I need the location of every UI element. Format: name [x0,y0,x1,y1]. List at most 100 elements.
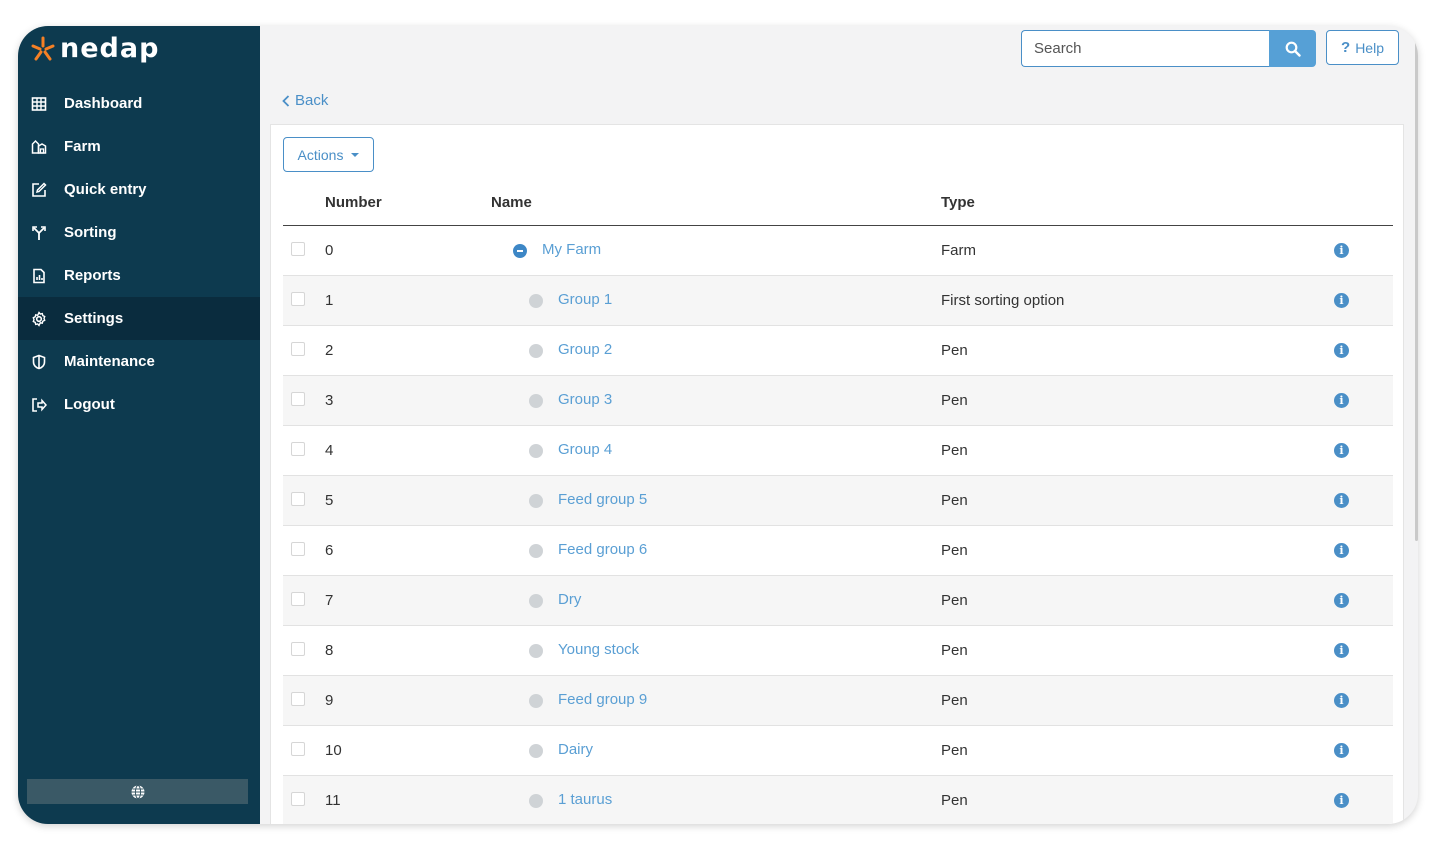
node-dot-icon [529,494,543,508]
info-icon[interactable]: i [1334,493,1349,508]
table-row[interactable]: 4 Group 4 Pen i [283,426,1393,476]
help-button[interactable]: ? Help [1326,30,1399,65]
location-link[interactable]: Group 4 [558,441,612,458]
row-checkbox[interactable] [291,442,305,456]
info-icon[interactable]: i [1334,543,1349,558]
back-label: Back [295,92,329,109]
table-row[interactable]: 1 Group 1 First sorting option i [283,276,1393,326]
row-type: Pen [941,342,968,359]
barn-icon [30,138,48,156]
info-icon[interactable]: i [1334,743,1349,758]
search-bar [1021,30,1316,67]
row-checkbox[interactable] [291,692,305,706]
row-checkbox[interactable] [291,792,305,806]
sidebar-item-sorting[interactable]: Sorting [18,211,260,254]
info-icon[interactable]: i [1334,443,1349,458]
sidebar-item-reports[interactable]: Reports [18,254,260,297]
info-icon[interactable]: i [1334,243,1349,258]
row-type: Pen [941,442,968,459]
row-checkbox[interactable] [291,242,305,256]
node-dot-icon [529,444,543,458]
row-number: 8 [325,642,334,659]
info-icon[interactable]: i [1334,593,1349,608]
node-dot-icon [529,694,543,708]
location-link[interactable]: Group 1 [558,291,612,308]
row-number: 1 [325,292,334,309]
location-link[interactable]: Dry [558,591,581,608]
location-link[interactable]: My Farm [542,241,601,258]
language-button[interactable] [27,779,248,804]
table-row[interactable]: 5 Feed group 5 Pen i [283,476,1393,526]
table-row[interactable]: 10 Dairy Pen i [283,726,1393,776]
table-row[interactable]: 9 Feed group 9 Pen i [283,676,1393,726]
content-card: Actions Number Name Type 0 My Farm Farm i 1 G… [270,124,1404,824]
row-checkbox[interactable] [291,392,305,406]
info-icon[interactable]: i [1334,643,1349,658]
row-checkbox[interactable] [291,742,305,756]
location-link[interactable]: 1 taurus [558,791,612,808]
row-number: 9 [325,692,334,709]
sidebar-item-dashboard[interactable]: Dashboard [18,82,260,125]
actions-dropdown-button[interactable]: Actions [283,137,374,172]
row-name: Dry [529,590,581,608]
info-icon[interactable]: i [1334,393,1349,408]
row-checkbox[interactable] [291,342,305,356]
row-type: Farm [941,242,976,259]
sidebar-item-maintenance[interactable]: Maintenance [18,340,260,383]
table-row[interactable]: 6 Feed group 6 Pen i [283,526,1393,576]
table-row[interactable]: 2 Group 2 Pen i [283,326,1393,376]
location-link[interactable]: Dairy [558,741,593,758]
search-button[interactable] [1269,30,1316,67]
table-row[interactable]: 8 Young stock Pen i [283,626,1393,676]
row-checkbox[interactable] [291,492,305,506]
column-header-number[interactable]: Number [325,194,382,211]
row-type: Pen [941,392,968,409]
column-header-type[interactable]: Type [941,194,975,211]
row-number: 4 [325,442,334,459]
question-icon: ? [1341,39,1351,56]
collapse-icon[interactable] [513,244,527,258]
row-name: My Farm [513,240,601,258]
location-link[interactable]: Feed group 6 [558,541,647,558]
row-checkbox[interactable] [291,592,305,606]
node-dot-icon [529,744,543,758]
nedap-logo[interactable]: nedap [30,34,159,64]
location-link[interactable]: Young stock [558,641,639,658]
sidebar-item-quick-entry[interactable]: Quick entry [18,168,260,211]
sidebar-item-farm[interactable]: Farm [18,125,260,168]
gear-icon [30,310,48,328]
logo-text: nedap [60,33,160,64]
node-dot-icon [529,344,543,358]
sidebar-item-settings[interactable]: Settings [18,297,260,340]
table-row[interactable]: 11 1 taurus Pen i [283,776,1393,824]
row-type: Pen [941,692,968,709]
table-row[interactable]: 3 Group 3 Pen i [283,376,1393,426]
location-link[interactable]: Feed group 5 [558,491,647,508]
info-icon[interactable]: i [1334,293,1349,308]
table-header: Number Name Type [283,181,1393,226]
caret-down-icon [351,152,360,157]
scrollbar[interactable] [1415,26,1418,541]
search-input[interactable] [1021,30,1269,67]
location-link[interactable]: Group 3 [558,391,612,408]
row-type: First sorting option [941,292,1065,309]
column-header-name[interactable]: Name [491,194,532,211]
row-checkbox[interactable] [291,292,305,306]
location-link[interactable]: Group 2 [558,341,612,358]
row-type: Pen [941,792,968,809]
back-link[interactable]: Back [282,92,328,109]
info-icon[interactable]: i [1334,343,1349,358]
row-number: 11 [325,792,341,809]
node-dot-icon [529,394,543,408]
sidebar-item-logout[interactable]: Logout [18,383,260,426]
table-row[interactable]: 7 Dry Pen i [283,576,1393,626]
info-icon[interactable]: i [1334,693,1349,708]
logout-icon [30,396,48,414]
row-type: Pen [941,642,968,659]
app-window: nedap Dashboard Farm Quick entry Sorting… [18,26,1418,824]
row-checkbox[interactable] [291,542,305,556]
location-link[interactable]: Feed group 9 [558,691,647,708]
table-row[interactable]: 0 My Farm Farm i [283,226,1393,276]
row-checkbox[interactable] [291,642,305,656]
info-icon[interactable]: i [1334,793,1349,808]
